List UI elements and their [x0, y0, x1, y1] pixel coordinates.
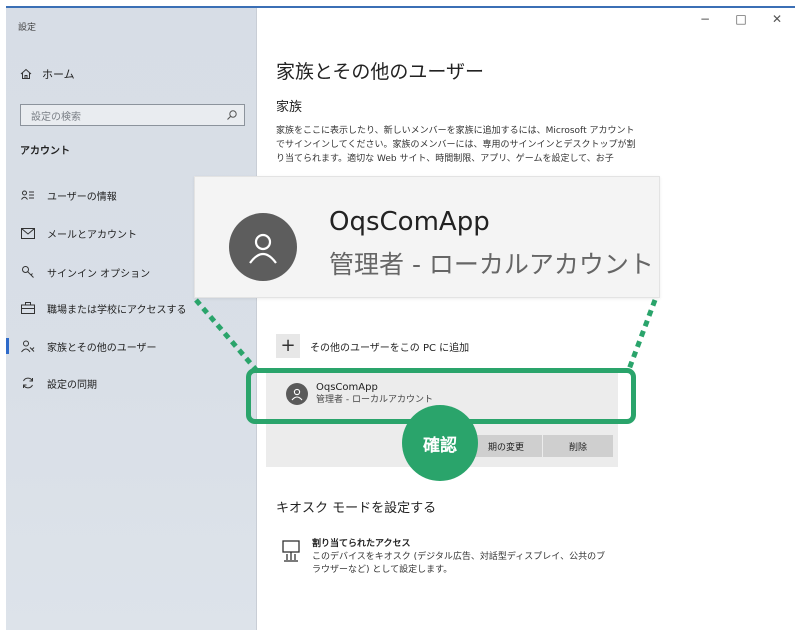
people-icon [21, 339, 35, 353]
callout-user-role: 管理者 - ローカルアカウント [329, 250, 654, 279]
user-avatar-icon [249, 233, 277, 264]
minimize-button[interactable]: − [687, 12, 723, 26]
add-other-user-label: その他のユーザーをこの PC に追加 [310, 342, 470, 354]
page-title: 家族とその他のユーザー [276, 61, 485, 83]
sidebar-item-label: サインイン オプション [47, 268, 151, 280]
assigned-access-link[interactable]: 割り当てられたアクセス このデバイスをキオスク (デジタル広告、対話型ディスプレ… [282, 538, 612, 577]
home-icon [20, 68, 32, 79]
confirm-badge: 確認 [402, 405, 478, 481]
sidebar-item-work[interactable]: 職場または学校にアクセスする [6, 297, 257, 319]
sync-icon [21, 376, 35, 390]
nav-home-label: ホーム [42, 68, 75, 81]
sidebar: 設定 ホーム 設定の検索 アカウント ユーザーの情報 メールとアカウント サイン… [6, 8, 257, 630]
add-other-user-button[interactable]: + その他のユーザーをこの PC に追加 [276, 334, 469, 358]
remove-user-button[interactable]: 削除 [543, 435, 613, 457]
search-placeholder: 設定の検索 [31, 111, 81, 123]
mail-icon [21, 226, 35, 240]
change-account-type-button[interactable]: 期の変更 [470, 435, 542, 457]
sidebar-item-label: メールとアカウント [47, 229, 137, 241]
maximize-button[interactable]: □ [723, 12, 759, 26]
sidebar-item-family[interactable]: 家族とその他のユーザー [6, 335, 257, 357]
search-icon [227, 110, 237, 120]
section-title-accounts: アカウント [20, 146, 70, 157]
sidebar-item-label: 職場または学校にアクセスする [47, 304, 187, 316]
sidebar-item-label: ユーザーの情報 [47, 191, 117, 203]
assigned-access-description: このデバイスをキオスク (デジタル広告、対話型ディスプレイ、公共のブラウザーなど… [312, 552, 606, 575]
sidebar-item-label: 設定の同期 [47, 379, 97, 391]
settings-window: 設定 ホーム 設定の検索 アカウント ユーザーの情報 メールとアカウント サイン… [6, 6, 795, 630]
briefcase-icon [21, 301, 35, 315]
avatar-large [229, 213, 297, 281]
window-title: 設定 [18, 23, 37, 33]
family-description: 家族をここに表示したり、新しいメンバーを家族に追加するには、Microsoft … [276, 126, 636, 164]
plus-icon: + [276, 334, 300, 358]
close-button[interactable]: ✕ [759, 12, 795, 26]
zoom-callout: OqsComApp 管理者 - ローカルアカウント [194, 176, 660, 298]
nav-home[interactable]: ホーム [20, 66, 75, 82]
window-controls: − □ ✕ [687, 12, 795, 26]
callout-user-name: OqsComApp [329, 207, 490, 237]
user-info-icon [21, 188, 35, 202]
key-icon [21, 265, 35, 279]
sidebar-item-sync[interactable]: 設定の同期 [6, 372, 257, 394]
sidebar-item-label: 家族とその他のユーザー [47, 342, 157, 354]
assigned-access-title: 割り当てられたアクセス [312, 539, 411, 549]
search-input[interactable]: 設定の検索 [20, 104, 245, 126]
kiosk-heading: キオスク モードを設定する [276, 501, 437, 516]
family-heading: 家族 [276, 100, 303, 115]
kiosk-icon [282, 540, 300, 562]
